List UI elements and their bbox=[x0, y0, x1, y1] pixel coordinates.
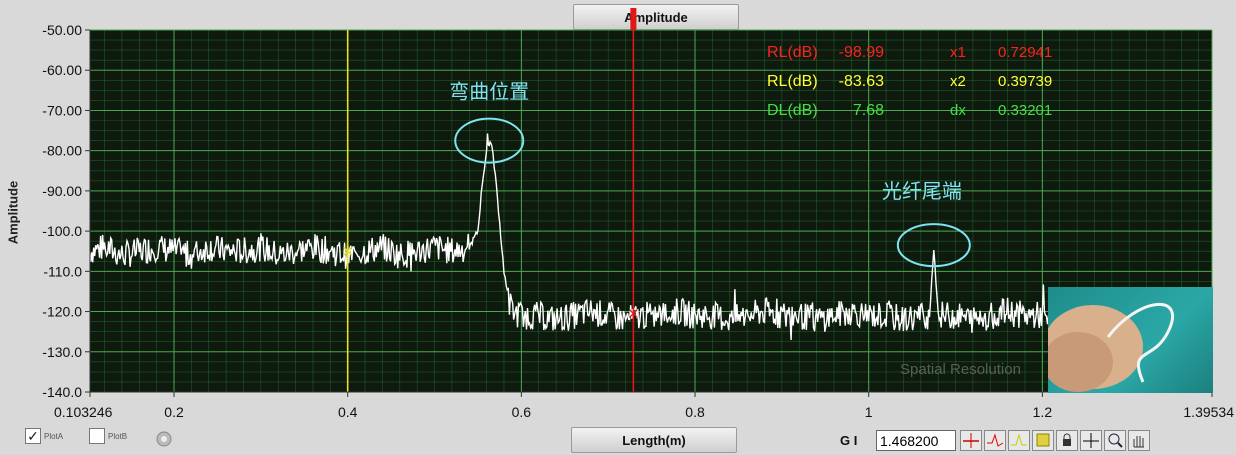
annotation-label-1: 光纤尾端 bbox=[882, 179, 962, 203]
lock-icon[interactable] bbox=[1056, 430, 1078, 451]
x-tick-label: 1 bbox=[865, 404, 873, 420]
y-tick-label: -120.0 bbox=[42, 304, 82, 320]
readout-x-value-0: 0.72941 bbox=[998, 44, 1052, 61]
watermark-text: Spatial Resolution bbox=[900, 361, 1021, 378]
readout-value-1: -83.63 bbox=[839, 73, 884, 90]
plot-b-label: PlotB bbox=[108, 431, 128, 441]
x-axis-label: Length(m) bbox=[622, 432, 686, 448]
plot-a-checkbox[interactable]: ✓ bbox=[25, 428, 41, 444]
x-tick-label: 1.39534 bbox=[1183, 404, 1234, 420]
cursor-line-tool-icon[interactable] bbox=[960, 430, 982, 451]
x-axis-label-tab[interactable]: Length(m) bbox=[571, 427, 737, 453]
y-tick-label: -110.0 bbox=[43, 263, 82, 279]
y-tick-label: -60.00 bbox=[42, 62, 82, 78]
crosshair-icon[interactable] bbox=[1080, 430, 1102, 451]
readout-x-label-2: dx bbox=[950, 102, 966, 119]
red-trace-tool-icon[interactable] bbox=[984, 430, 1006, 451]
readout-x-value-2: 0.33201 bbox=[998, 102, 1052, 119]
readout-x-label-1: x2 bbox=[950, 73, 966, 90]
gi-value-input[interactable] bbox=[876, 430, 956, 451]
cursor-square-tool-icon[interactable] bbox=[1032, 430, 1054, 451]
readout-label-2: DL(dB) bbox=[767, 102, 818, 119]
readout-x-value-1: 0.39739 bbox=[998, 73, 1052, 90]
x-tick-label: 1.2 bbox=[1033, 404, 1053, 420]
y-tick-label: -140.0 bbox=[42, 384, 82, 400]
fiber-photo bbox=[1048, 287, 1213, 393]
plot-a-label: PlotA bbox=[44, 431, 64, 441]
plot-a-toggle[interactable]: ✓ PlotA bbox=[25, 428, 63, 444]
readout-value-0: -98.99 bbox=[839, 44, 884, 61]
y-tick-label: -130.0 bbox=[42, 344, 82, 360]
x-tick-label: 0.4 bbox=[338, 404, 358, 420]
x-tick-label: 0.6 bbox=[512, 404, 532, 420]
y-tick-label: -70.00 bbox=[42, 102, 82, 118]
y-tick-label: -90.00 bbox=[42, 183, 82, 199]
x-tick-label: 0.2 bbox=[164, 404, 184, 420]
readout-label-0: RL(dB) bbox=[767, 44, 818, 61]
zoom-icon[interactable] bbox=[1104, 430, 1126, 451]
pan-hand-icon[interactable] bbox=[1128, 430, 1150, 451]
readout-x-label-0: x1 bbox=[950, 44, 966, 61]
readout-value-2: 7.68 bbox=[853, 102, 884, 119]
gi-label: G I bbox=[840, 433, 858, 448]
x-tick-label: 0.8 bbox=[685, 404, 705, 420]
y-tick-label: -50.00 bbox=[42, 22, 82, 38]
yellow-trace-tool-icon[interactable] bbox=[1008, 430, 1030, 451]
x-tick-label: 0.103246 bbox=[54, 404, 113, 420]
y-tick-label: -100.0 bbox=[42, 223, 82, 239]
plot-b-toggle[interactable]: PlotB bbox=[89, 428, 127, 444]
readout-label-1: RL(dB) bbox=[767, 73, 818, 90]
plot-b-checkbox[interactable] bbox=[89, 428, 105, 444]
hand-fiber-image bbox=[1048, 302, 1175, 392]
settings-gear-icon[interactable] bbox=[155, 430, 173, 448]
annotation-label-0: 弯曲位置 bbox=[449, 80, 529, 104]
cursor-handle bbox=[630, 8, 637, 30]
y-tick-label: -80.00 bbox=[42, 143, 82, 159]
